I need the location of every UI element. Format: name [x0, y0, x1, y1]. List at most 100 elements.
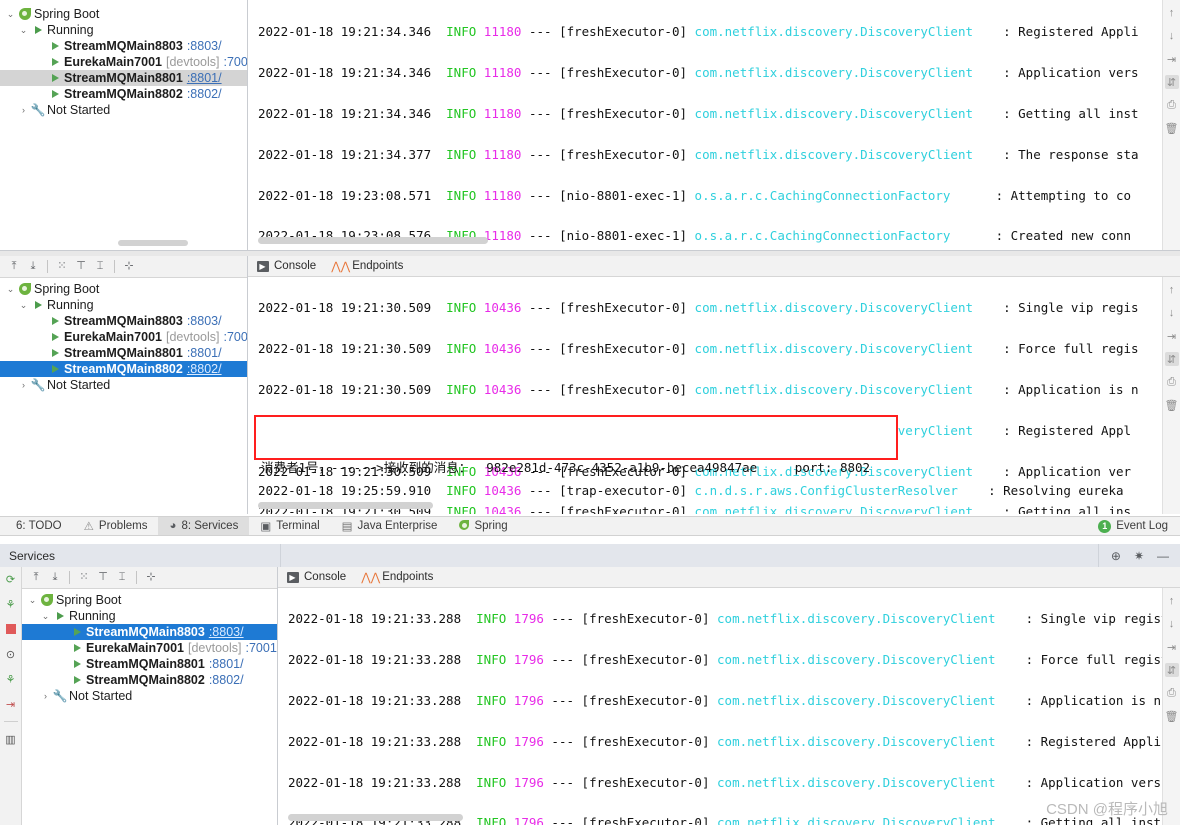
chevron-down-icon[interactable]: ⌄ [26, 592, 39, 608]
log-level: INFO [476, 774, 507, 790]
tree-item-streammqmain8801[interactable]: StreamMQMain8801 :8801/ [0, 345, 247, 361]
tree-item-streammqmain8803[interactable]: StreamMQMain8803 :8803/ [0, 38, 247, 54]
soft-wrap-icon[interactable]: ⇥ [1165, 640, 1179, 654]
log-pid: 1796 [513, 693, 544, 709]
status-item-java-enterprise[interactable]: ▤ Java Enterprise [331, 517, 449, 535]
tree-item-streammqmain8801[interactable]: StreamMQMain8801 :8801/ [0, 70, 247, 86]
tree-node-running[interactable]: ⌄ Running [0, 297, 247, 313]
group-icon[interactable]: ⁙ [76, 570, 92, 586]
clear-all-icon[interactable]: 🗑 [1165, 709, 1179, 723]
clear-all-icon[interactable]: 🗑 [1165, 398, 1179, 412]
print-icon[interactable]: ⎙ [1165, 686, 1179, 700]
tree-item-eurekamain7001[interactable]: EurekaMain7001 [devtools] :7001/ [0, 54, 247, 70]
collapse-all-icon[interactable]: ⤓ [47, 570, 63, 586]
service-name: StreamMQMain8802 [64, 87, 183, 101]
console-hscrollbar-top[interactable] [258, 237, 488, 244]
service-port[interactable]: :8802/ [187, 361, 222, 377]
tree-item-streammqmain8803[interactable]: StreamMQMain8803 :8803/ [22, 624, 277, 640]
service-port[interactable]: :8803/ [209, 624, 244, 640]
tree-node-not-started[interactable]: › 🔧 Not Started [22, 688, 277, 704]
status-item-todo[interactable]: 6: TODO [0, 517, 73, 535]
print-icon[interactable]: ⎙ [1165, 98, 1179, 112]
tree-node-spring-boot[interactable]: ⌄ Spring Boot [0, 281, 247, 297]
add-icon[interactable]: ⊹ [121, 259, 137, 275]
status-item-terminal[interactable]: ▣ Terminal [249, 517, 330, 535]
tree-node-running[interactable]: ⌄ Running [0, 22, 247, 38]
tree-hscrollbar-top[interactable] [118, 240, 188, 246]
log-logger: com.netflix.discovery.DiscoveryClient [694, 382, 973, 398]
settings-icon[interactable]: ✷ [1134, 549, 1144, 563]
print-icon[interactable]: ⎙ [1165, 375, 1179, 389]
chevron-right-icon[interactable]: › [39, 688, 52, 704]
profile-icon[interactable]: ⚘ [3, 671, 19, 687]
status-item-problems[interactable]: ⚠ Problems [73, 517, 159, 535]
tree-node-running[interactable]: ⌄ Running [22, 608, 277, 624]
console-hscrollbar-bottom[interactable] [288, 814, 463, 821]
scroll-down-icon[interactable]: ↓ [1165, 306, 1179, 320]
chevron-down-icon[interactable]: ⌄ [39, 608, 52, 624]
chevron-down-icon[interactable]: ⌄ [17, 22, 30, 38]
tree-node-not-started[interactable]: › 🔧 Not Started [0, 102, 247, 118]
soft-wrap-icon[interactable]: ⇥ [1165, 329, 1179, 343]
expand-all-icon[interactable]: ⤒ [28, 570, 44, 586]
log-line: 2022-01-18 19:21:30.509 INFO 10436 --- [… [258, 341, 1139, 357]
tree-item-streammqmain8801[interactable]: StreamMQMain8801 :8801/ [22, 656, 277, 672]
expand-all-icon[interactable]: ⤒ [6, 259, 22, 275]
tree-node-not-started[interactable]: › 🔧 Not Started [0, 377, 247, 393]
status-item-spring[interactable]: Spring [448, 517, 518, 535]
tree-item-eurekamain7001[interactable]: EurekaMain7001 [devtools] :7001/ [22, 640, 277, 656]
chevron-right-icon[interactable]: › [17, 102, 30, 118]
clear-all-icon[interactable]: 🗑 [1165, 121, 1179, 135]
scroll-down-icon[interactable]: ↓ [1165, 29, 1179, 43]
highlight-box-middle: 消费者1号，------>接收到的消息： 982e281d-473c-4352-… [254, 415, 898, 475]
jump-to-source-icon[interactable]: ⌶ [92, 259, 108, 275]
export-icon[interactable]: ⇥ [3, 696, 19, 712]
soft-wrap-icon[interactable]: ⇥ [1165, 52, 1179, 66]
tab-endpoints[interactable]: ⋀⋀ Endpoints [361, 571, 433, 584]
scroll-up-icon[interactable]: ↑ [1165, 283, 1179, 297]
console-hscrollbar-middle[interactable] [258, 502, 433, 509]
status-event-log[interactable]: 1 Event Log [1098, 519, 1180, 533]
tree-node-spring-boot[interactable]: ⌄ Spring Boot [22, 592, 277, 608]
scroll-up-icon[interactable]: ↑ [1165, 594, 1179, 608]
chevron-down-icon[interactable]: ⌄ [17, 297, 30, 313]
scroll-to-end-icon[interactable]: ⇵ [1164, 663, 1179, 677]
scroll-to-end-icon[interactable]: ⇵ [1164, 352, 1179, 366]
scroll-to-end-icon[interactable]: ⇵ [1164, 75, 1179, 89]
chevron-down-icon[interactable]: ⌄ [4, 6, 17, 22]
screenshot-icon[interactable]: ⊙ [3, 646, 19, 662]
log-level: INFO [476, 652, 507, 668]
stop-icon[interactable] [3, 621, 19, 637]
chevron-down-icon[interactable]: ⌄ [4, 281, 17, 297]
chevron-right-icon[interactable]: › [17, 377, 30, 393]
jump-to-source-icon[interactable]: ⌶ [114, 570, 130, 586]
tab-console[interactable]: ▶ Console [286, 571, 346, 584]
minimize-icon[interactable]: — [1157, 549, 1169, 563]
log-output-bottom: 2022-01-18 19:21:33.288 INFO 1796 --- [f… [278, 588, 1180, 825]
tree-item-eurekamain7001[interactable]: EurekaMain7001 [devtools] :7001/ [0, 329, 247, 345]
service-port[interactable]: :8801/ [187, 70, 222, 86]
tree-item-streammqmain8803[interactable]: StreamMQMain8803 :8803/ [0, 313, 247, 329]
log-pid: 11180 [483, 146, 522, 162]
layout-icon[interactable]: ▥ [3, 731, 19, 747]
add-icon[interactable]: ⊹ [143, 570, 159, 586]
help-icon[interactable]: ⊕ [1111, 549, 1121, 563]
log-message: : Application is n [1003, 382, 1139, 398]
tree-item-streammqmain8802[interactable]: StreamMQMain8802 :8802/ [22, 672, 277, 688]
tree-node-spring-boot[interactable]: ⌄ Spring Boot [0, 6, 247, 22]
tab-console[interactable]: ▶ Console [256, 260, 316, 273]
scroll-up-icon[interactable]: ↑ [1165, 6, 1179, 20]
tab-endpoints[interactable]: ⋀⋀ Endpoints [331, 260, 403, 273]
log-pid: 1796 [513, 733, 544, 749]
rerun-icon[interactable]: ⟳ [3, 571, 19, 587]
tree-item-streammqmain8802[interactable]: StreamMQMain8802 :8802/ [0, 86, 247, 102]
tree-item-streammqmain8802[interactable]: StreamMQMain8802 :8802/ [0, 361, 247, 377]
filter-icon[interactable]: ⊤ [95, 570, 111, 586]
collapse-all-icon[interactable]: ⤓ [25, 259, 41, 275]
filter-icon[interactable]: ⊤ [73, 259, 89, 275]
status-item-services[interactable]: ◕ 8: Services [158, 517, 250, 535]
debug-icon[interactable]: ⚘ [3, 596, 19, 612]
group-icon[interactable]: ⁙ [54, 259, 70, 275]
log-thread: [freshExecutor-0] [581, 815, 710, 825]
scroll-down-icon[interactable]: ↓ [1165, 617, 1179, 631]
